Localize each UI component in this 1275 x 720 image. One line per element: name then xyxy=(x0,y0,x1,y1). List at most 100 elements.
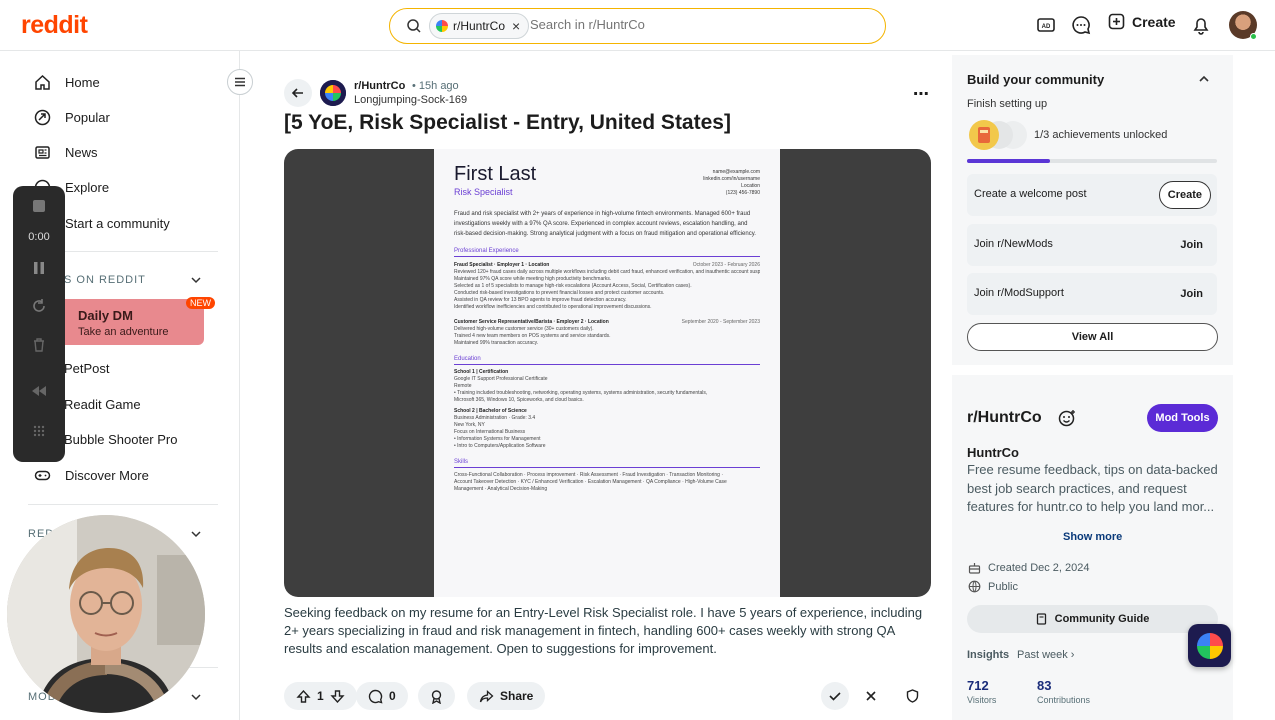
pause-icon[interactable] xyxy=(31,260,47,276)
close-icon[interactable]: × xyxy=(512,18,520,34)
job-bullet: Identified workflow inefficiencies and c… xyxy=(454,304,652,310)
community-guide-label: Community Guide xyxy=(1054,613,1150,625)
community-guide-button[interactable]: Community Guide xyxy=(967,605,1218,633)
post-author-link[interactable]: Longjumping-Sock-169 xyxy=(354,94,467,106)
chevron-down-icon[interactable] xyxy=(190,528,202,540)
post-timestamp: • 15h ago xyxy=(412,80,459,92)
chip-label: r/HuntrCo xyxy=(453,19,506,33)
show-more-button[interactable]: Show more xyxy=(1063,531,1122,543)
remove-button[interactable] xyxy=(857,682,885,710)
mod-shield-button[interactable] xyxy=(898,682,926,710)
upvote-icon[interactable] xyxy=(296,689,311,704)
contributions-label: Contributions xyxy=(1037,695,1091,705)
create-welcome-post-button[interactable]: Create xyxy=(1158,181,1211,209)
webcam-person-image xyxy=(7,515,205,713)
rewind-icon[interactable] xyxy=(31,383,47,399)
job-bullet: Reviewed 120+ fraud cases daily across m… xyxy=(454,269,760,275)
community-title: r/HuntrCo xyxy=(967,409,1042,426)
award-button[interactable] xyxy=(418,682,455,710)
sidebar-item-news[interactable]: News xyxy=(34,144,98,161)
view-all-button[interactable]: View All xyxy=(967,323,1218,351)
huntr-extension-button[interactable] xyxy=(1188,624,1231,667)
visitors-label: Visitors xyxy=(967,695,997,705)
sidebar-item-popular[interactable]: Popular xyxy=(34,109,110,126)
search-bar[interactable]: r/HuntrCo × xyxy=(389,8,886,44)
post-subreddit-link[interactable]: r/HuntrCo xyxy=(354,80,405,92)
vote-count: 1 xyxy=(317,689,324,703)
community-avatar-icon xyxy=(436,20,448,32)
downvote-icon[interactable] xyxy=(330,689,345,704)
skills-line: Management · Analytical Decision-Making xyxy=(454,486,548,492)
game-item-bubble-shooter[interactable]: Bubble Shooter Pro xyxy=(64,432,177,447)
created-date: Created Dec 2, 2024 xyxy=(968,561,1090,574)
chat-icon[interactable] xyxy=(1070,14,1092,36)
sidebar-item-label: Popular xyxy=(65,110,110,125)
comment-icon xyxy=(368,689,383,703)
plus-square-icon xyxy=(1108,13,1125,30)
add-emoji-icon[interactable] xyxy=(1058,409,1076,427)
create-label: Create xyxy=(1132,13,1176,30)
create-button[interactable]: Create xyxy=(1108,13,1176,30)
reddit-logo[interactable]: reddit xyxy=(21,11,88,40)
chevron-down-icon[interactable] xyxy=(190,274,202,286)
join-modsupport-button[interactable]: Join xyxy=(1172,280,1211,308)
subreddit-avatar[interactable] xyxy=(320,80,346,106)
screen-recorder-panel: 0:00 xyxy=(13,186,65,462)
job-title: Fraud Specialist · Employer 1 · Location xyxy=(454,262,550,268)
job-bullet: Trained 4 new team members on POS system… xyxy=(454,333,611,339)
comments-button[interactable]: 0 xyxy=(356,682,408,710)
insights-period[interactable]: Past week › xyxy=(1017,649,1074,661)
contact-line: name@example.com xyxy=(712,169,760,175)
notifications-bell-icon[interactable] xyxy=(1190,14,1212,36)
games-section-title[interactable]: S ON REDDIT xyxy=(64,274,146,286)
resume-job-header: Customer Service Representative/Barista … xyxy=(454,319,760,326)
post-image[interactable]: First Last Risk Specialist name@example.… xyxy=(284,149,931,597)
game-label: PetPost xyxy=(64,361,110,376)
school-line: Microsoft 365, Windows 10, Spiceworks, a… xyxy=(454,397,584,403)
divider xyxy=(28,504,218,505)
svg-text:AD: AD xyxy=(1042,24,1051,30)
task-welcome-post: Create a welcome post Create xyxy=(967,174,1217,216)
visibility-label: Public xyxy=(988,580,1018,593)
insights-title: Insights xyxy=(967,649,1010,661)
daily-dm-game[interactable]: Daily DM Take an adventure xyxy=(50,299,204,345)
discover-more-item[interactable]: Discover More xyxy=(34,467,149,484)
school-line: • Information Systems for Management xyxy=(454,436,541,442)
mod-tools-button[interactable]: Mod Tools xyxy=(1147,404,1218,432)
search-community-chip[interactable]: r/HuntrCo × xyxy=(429,13,530,39)
game-item-petpost[interactable]: PetPost xyxy=(64,361,110,376)
search-input[interactable] xyxy=(530,17,860,32)
daily-dm-subtitle: Take an adventure xyxy=(78,326,169,338)
resume-job-header: Fraud Specialist · Employer 1 · Location… xyxy=(454,262,760,269)
vote-control[interactable]: 1 xyxy=(284,682,357,710)
achievement-progress-fill xyxy=(967,159,1050,163)
restart-icon[interactable] xyxy=(31,298,47,314)
stop-icon[interactable] xyxy=(31,198,47,214)
school-line: Google IT Support Professional Certifica… xyxy=(454,376,548,382)
approve-button[interactable] xyxy=(821,682,849,710)
sidebar-item-home[interactable]: Home xyxy=(34,74,100,91)
advertise-icon[interactable]: AD xyxy=(1035,14,1057,36)
school-line: Focus on International Business xyxy=(454,429,526,435)
more-options-icon[interactable]: ⋯ xyxy=(913,84,930,104)
task-join-newmods: Join r/NewMods Join xyxy=(967,224,1217,266)
gamepad-icon xyxy=(34,470,51,481)
share-button[interactable]: Share xyxy=(467,682,546,710)
page: reddit r/HuntrCo × AD xyxy=(0,0,1275,720)
school-line: Remote xyxy=(454,383,472,389)
collapse-sidebar-button[interactable] xyxy=(227,69,253,95)
resume-summary: Fraud and risk specialist with 2+ years … xyxy=(454,211,756,237)
join-newmods-button[interactable]: Join xyxy=(1172,231,1211,259)
achievement-badges-icon xyxy=(969,120,1027,150)
school-title: School 2 | Bachelor of Science xyxy=(454,408,527,414)
huntr-logo-icon xyxy=(320,80,346,106)
chevron-up-icon[interactable] xyxy=(1198,73,1210,85)
resume-section-title: Education xyxy=(454,356,760,365)
chevron-down-icon[interactable] xyxy=(190,691,202,703)
community-display-name: HuntrCo xyxy=(967,445,1019,460)
drag-handle-icon[interactable] xyxy=(31,423,47,439)
game-item-readit[interactable]: Readit Game xyxy=(64,397,141,412)
task-label: Create a welcome post xyxy=(974,188,1087,200)
back-button[interactable] xyxy=(284,79,312,107)
trash-icon[interactable] xyxy=(31,337,47,353)
